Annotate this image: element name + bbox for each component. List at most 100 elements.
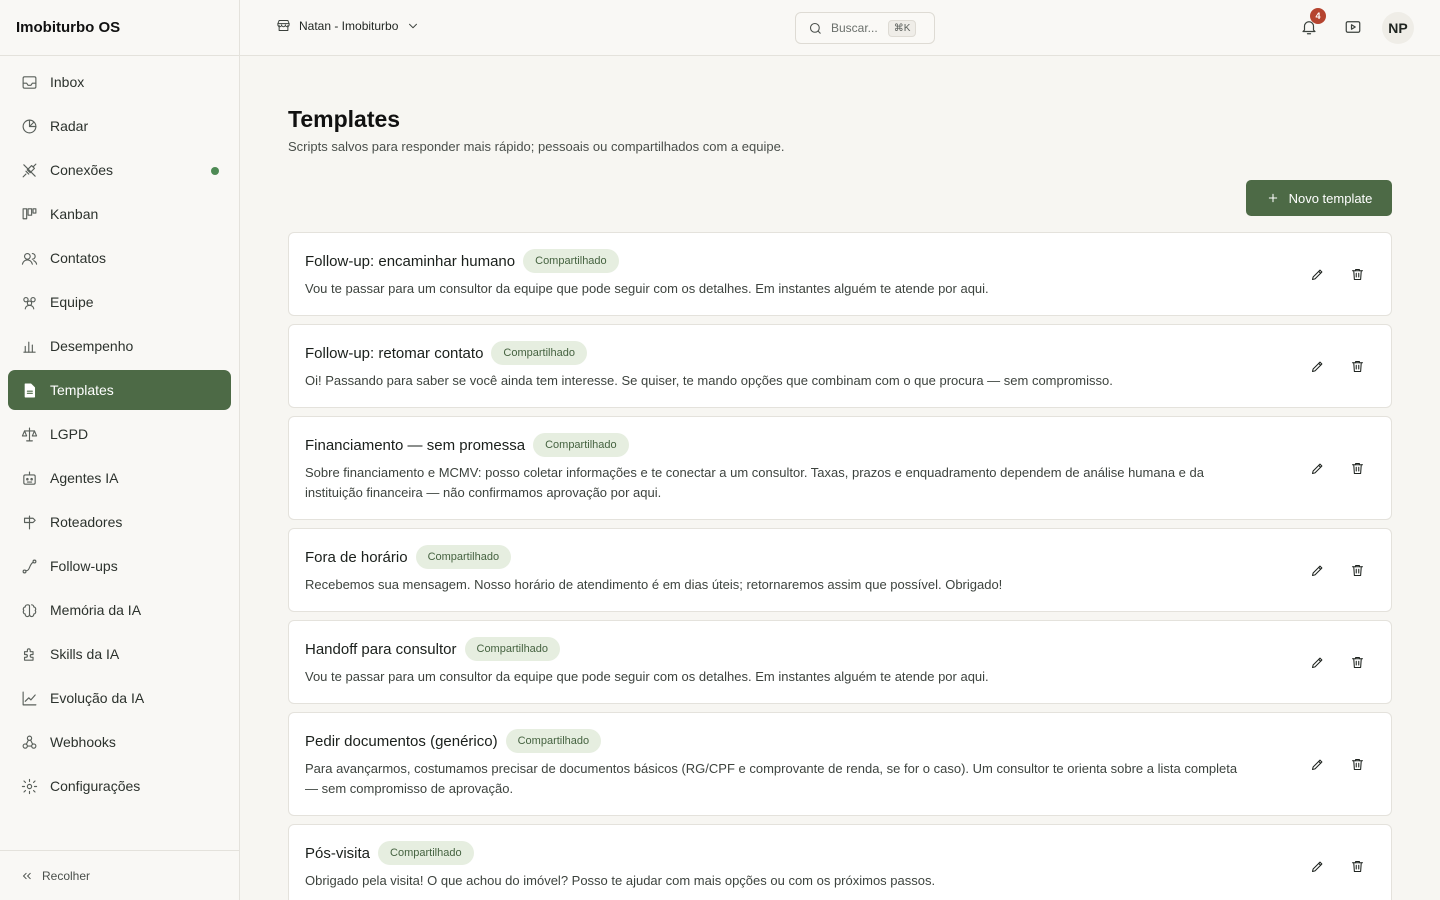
template-card[interactable]: Pedir documentos (genérico) Compartilhado… xyxy=(288,712,1392,816)
edit-button[interactable] xyxy=(1307,856,1327,876)
template-title: Follow-up: retomar contato xyxy=(305,344,484,362)
delete-button[interactable] xyxy=(1347,652,1367,672)
plug-icon xyxy=(20,161,38,179)
avatar[interactable]: NP xyxy=(1382,12,1414,44)
sidebar-item-desempenho[interactable]: Desempenho xyxy=(8,326,231,366)
template-card[interactable]: Financiamento — sem promessa Compartilhad… xyxy=(288,416,1392,520)
template-list: Follow-up: encaminhar humano Compartilhad… xyxy=(288,232,1392,900)
shared-badge: Compartilhado xyxy=(523,249,619,273)
sidebar-item-conexoes[interactable]: Conexões xyxy=(8,150,231,190)
sidebar-item-webhooks[interactable]: Webhooks xyxy=(8,722,231,762)
page-title: Templates xyxy=(288,106,401,132)
contacts-icon xyxy=(20,249,38,267)
trash-icon xyxy=(1351,656,1363,668)
edit-button[interactable] xyxy=(1307,652,1327,672)
sidebar-item-agentes-ia[interactable]: Agentes IA xyxy=(8,458,231,498)
delete-button[interactable] xyxy=(1347,356,1367,376)
template-title: Financiamento — sem promessa xyxy=(305,436,526,454)
delete-button[interactable] xyxy=(1347,856,1367,876)
search-shortcut: ⌘K xyxy=(887,19,917,37)
brain-icon xyxy=(20,601,38,619)
sidebar-item-follow-ups[interactable]: Follow-ups xyxy=(8,546,231,586)
edit-button[interactable] xyxy=(1307,560,1327,580)
sidebar-item-contatos[interactable]: Contatos xyxy=(8,238,231,278)
video-tutorial-button[interactable] xyxy=(1344,18,1364,38)
template-title: Fora de horário xyxy=(305,548,408,566)
sidebar-item-label: Agentes IA xyxy=(50,470,119,486)
sidebar-item-evolucao-ia[interactable]: Evolução da IA xyxy=(8,678,231,718)
sidebar-item-inbox[interactable]: Inbox xyxy=(8,62,231,102)
connection-status-dot xyxy=(211,167,219,175)
delete-button[interactable] xyxy=(1347,264,1367,284)
delete-button[interactable] xyxy=(1347,754,1367,774)
template-card[interactable]: Handoff para consultor Compartilhado Vou … xyxy=(288,620,1392,704)
sidebar-item-memoria-ia[interactable]: Memória da IA xyxy=(8,590,231,630)
chevron-down-icon xyxy=(409,23,418,28)
edit-button[interactable] xyxy=(1307,754,1327,774)
sidebar-item-radar[interactable]: Radar xyxy=(8,106,231,146)
store-icon xyxy=(277,20,290,31)
collapse-label: Recolher xyxy=(42,868,91,883)
puzzle-icon xyxy=(20,645,38,663)
trash-icon xyxy=(1351,860,1363,872)
sidebar-nav: Inbox Radar Conexões Kanban Contatos Equ… xyxy=(0,56,239,806)
template-card[interactable]: Follow-up: retomar contato Compartilhado … xyxy=(288,324,1392,408)
sidebar-item-label: Roteadores xyxy=(50,514,123,530)
shared-badge: Compartilhado xyxy=(378,841,474,865)
plus-icon xyxy=(1268,193,1277,203)
bar-chart-icon xyxy=(20,337,38,355)
shared-badge: Compartilhado xyxy=(464,637,561,661)
chevrons-left-icon xyxy=(22,872,31,879)
webhook-icon xyxy=(20,733,38,751)
template-card[interactable]: Follow-up: encaminhar humano Compartilhad… xyxy=(288,232,1392,316)
sidebar-item-label: Radar xyxy=(50,118,89,134)
sidebar-item-label: Conexões xyxy=(50,162,114,178)
pencil-icon xyxy=(1311,463,1322,474)
edit-button[interactable] xyxy=(1307,264,1327,284)
sidebar-item-kanban[interactable]: Kanban xyxy=(8,194,231,234)
sidebar-item-label: Desempenho xyxy=(50,338,134,354)
sidebar-item-equipe[interactable]: Equipe xyxy=(8,282,231,322)
template-title: Pedir documentos (genérico) xyxy=(305,732,498,750)
search-input[interactable]: Buscar... ⌘K xyxy=(795,12,935,44)
collapse-sidebar-button[interactable]: Recolher xyxy=(0,850,239,900)
pencil-icon xyxy=(1311,565,1322,576)
scale-icon xyxy=(20,425,38,443)
shared-badge: Compartilhado xyxy=(505,729,602,753)
sidebar-item-label: Contatos xyxy=(50,250,107,266)
shared-badge: Compartilhado xyxy=(533,433,629,457)
template-title: Pós-visita xyxy=(305,844,371,862)
sidebar-item-templates[interactable]: Templates xyxy=(8,370,231,410)
delete-button[interactable] xyxy=(1347,458,1367,478)
pencil-icon xyxy=(1311,361,1322,372)
new-template-button[interactable]: Novo template xyxy=(1246,180,1392,216)
bot-icon xyxy=(20,469,38,487)
sidebar-item-label: Evolução da IA xyxy=(50,690,145,706)
notifications-button[interactable]: 4 xyxy=(1300,8,1326,38)
sidebar-item-roteadores[interactable]: Roteadores xyxy=(8,502,231,542)
template-card[interactable]: Pós-visita Compartilhado Obrigado pela vi… xyxy=(288,824,1392,900)
trash-icon xyxy=(1351,462,1363,474)
edit-button[interactable] xyxy=(1307,458,1327,478)
trend-icon xyxy=(20,689,38,707)
search-icon xyxy=(809,22,821,34)
trash-icon xyxy=(1351,564,1363,576)
gear-icon xyxy=(20,777,38,795)
delete-button[interactable] xyxy=(1347,560,1367,580)
template-body: Vou te passar para um consultor da equip… xyxy=(305,669,989,684)
notification-count-badge: 4 xyxy=(1310,8,1326,24)
team-icon xyxy=(20,293,38,311)
new-template-label: Novo template xyxy=(1288,190,1373,206)
edit-button[interactable] xyxy=(1307,356,1327,376)
sidebar-item-configuracoes[interactable]: Configurações xyxy=(8,766,231,806)
play-screen-icon xyxy=(1345,21,1361,33)
kanban-icon xyxy=(20,205,38,223)
workspace-switcher[interactable]: Natan - Imobiturbo xyxy=(276,18,420,33)
radar-icon xyxy=(20,117,38,135)
sidebar-item-label: Webhooks xyxy=(50,734,116,750)
sidebar-item-skills-ia[interactable]: Skills da IA xyxy=(8,634,231,674)
sidebar: Imobiturbo OS Inbox Radar Conexões Kanba… xyxy=(0,0,240,900)
sidebar-item-lgpd[interactable]: LGPD xyxy=(8,414,231,454)
template-card[interactable]: Fora de horário Compartilhado Recebemos s… xyxy=(288,528,1392,612)
topbar: Natan - Imobiturbo Buscar... ⌘K 4 NP xyxy=(240,0,1440,56)
